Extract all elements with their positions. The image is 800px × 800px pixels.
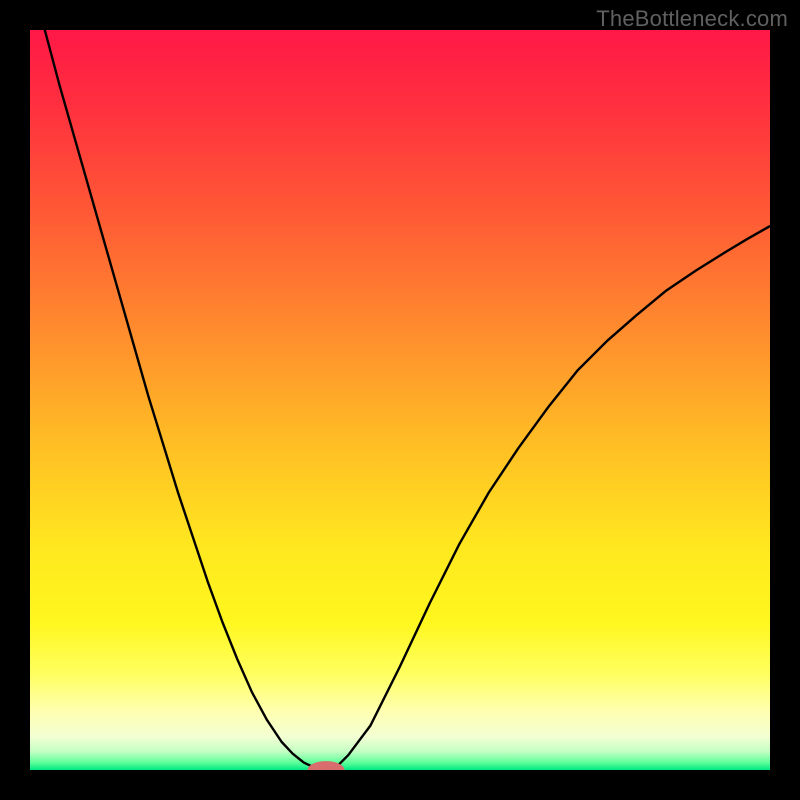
chart-frame: TheBottleneck.com bbox=[0, 0, 800, 800]
gradient-background bbox=[30, 30, 770, 770]
plot-area bbox=[30, 30, 770, 770]
watermark-text: TheBottleneck.com bbox=[596, 6, 788, 32]
bottleneck-chart bbox=[30, 30, 770, 770]
